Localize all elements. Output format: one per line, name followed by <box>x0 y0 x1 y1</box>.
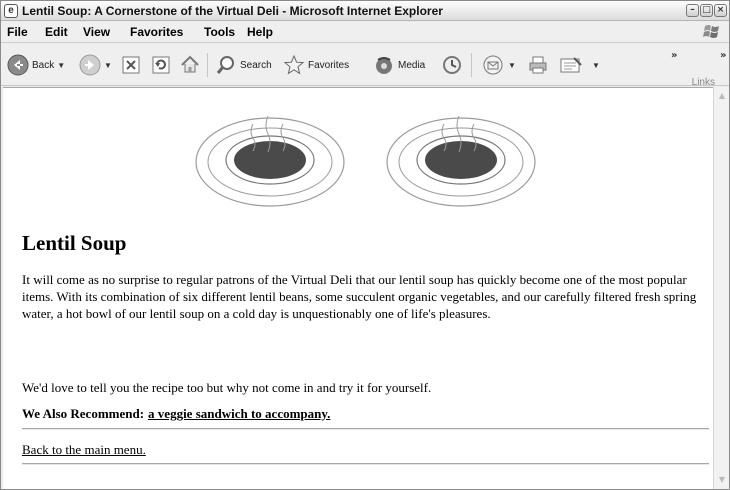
toolbar-overflow-chevron[interactable]: » <box>671 50 677 61</box>
history-icon <box>443 56 461 74</box>
media-label: Media <box>398 59 426 71</box>
search-label: Search <box>240 59 272 71</box>
menu-bar: File Edit View Favorites Tools Help <box>1 22 729 43</box>
forward-dropdown-icon[interactable]: ▼ <box>104 61 112 70</box>
home-button[interactable] <box>179 54 201 76</box>
refresh-icon <box>152 56 170 74</box>
page-heading: Lentil Soup <box>22 231 127 255</box>
scroll-up-arrow-icon[interactable]: ▲ <box>717 91 727 101</box>
soup-bowls-illustration <box>195 115 536 207</box>
links-overflow-chevron[interactable]: » <box>720 50 726 61</box>
title-bar[interactable]: e Lentil Soup: A Cornerstone of the Virt… <box>1 1 729 21</box>
edit-page-icon <box>560 57 582 73</box>
invitation-paragraph: We'd love to tell you the recipe too but… <box>22 380 432 395</box>
mail-dropdown-icon[interactable]: ▼ <box>508 61 516 70</box>
menu-tools[interactable]: Tools <box>204 25 235 39</box>
search-button[interactable]: Search <box>215 54 272 76</box>
history-button[interactable] <box>441 54 463 76</box>
recommend-link[interactable]: a veggie sandwich to accompany. <box>148 406 330 421</box>
media-icon <box>376 57 392 74</box>
search-icon <box>216 56 234 74</box>
print-button[interactable] <box>527 54 549 76</box>
toolbar-separator <box>207 53 208 77</box>
media-button[interactable]: Media <box>373 54 425 76</box>
stop-button[interactable] <box>121 55 141 75</box>
star-icon <box>283 54 305 75</box>
standard-toolbar: Back ▼ ▼ Search Favorites Media ▼ ▼ » » … <box>1 44 729 88</box>
page-viewport: Lentil Soup It will come as no surprise … <box>3 87 713 489</box>
divider <box>22 428 709 430</box>
menu-edit[interactable]: Edit <box>45 25 68 39</box>
back-button[interactable]: Back ▼ <box>7 54 65 76</box>
window-controls: – □ × <box>686 4 727 17</box>
menu-view[interactable]: View <box>83 25 110 39</box>
scroll-down-arrow-icon[interactable]: ▼ <box>717 475 727 485</box>
menu-favorites[interactable]: Favorites <box>130 25 183 39</box>
back-arrow-icon <box>7 54 29 76</box>
ie-page-icon[interactable]: e <box>4 4 18 18</box>
vertical-scrollbar[interactable]: ▲ ▼ <box>713 87 729 489</box>
menu-help[interactable]: Help <box>247 25 273 39</box>
minimize-button[interactable]: – <box>686 4 699 17</box>
forward-button[interactable]: ▼ <box>79 54 112 76</box>
home-icon <box>181 55 199 73</box>
favorites-label: Favorites <box>308 59 350 71</box>
toolbar-separator <box>471 53 472 77</box>
mail-icon <box>483 55 503 75</box>
mail-button[interactable]: ▼ <box>481 54 516 76</box>
windows-logo-icon <box>703 25 719 38</box>
window-title: Lentil Soup: A Cornerstone of the Virtua… <box>22 4 443 18</box>
soup-bowl-image <box>195 115 345 207</box>
maximize-button[interactable]: □ <box>700 4 713 17</box>
edit-button[interactable]: ▼ <box>559 54 600 76</box>
recommendation: We Also Recommend: a veggie sandwich to a… <box>22 406 330 422</box>
soup-bowl-image <box>386 115 536 207</box>
menu-file[interactable]: File <box>7 25 28 39</box>
stop-icon <box>122 56 140 74</box>
close-button[interactable]: × <box>714 4 727 17</box>
back-label: Back <box>32 59 55 71</box>
browser-window: e Lentil Soup: A Cornerstone of the Virt… <box>0 0 730 490</box>
favorites-button[interactable]: Favorites <box>283 54 349 76</box>
description-paragraph: It will come as no surprise to regular p… <box>22 272 697 321</box>
edit-dropdown-icon[interactable]: ▼ <box>592 61 600 70</box>
back-dropdown-icon[interactable]: ▼ <box>57 61 65 70</box>
divider <box>22 463 709 465</box>
printer-icon <box>529 56 547 74</box>
back-to-menu-link[interactable]: Back to the main menu. <box>22 442 146 458</box>
refresh-button[interactable] <box>151 55 171 75</box>
forward-arrow-icon <box>79 54 101 76</box>
recommend-label: We Also Recommend: <box>22 406 145 421</box>
